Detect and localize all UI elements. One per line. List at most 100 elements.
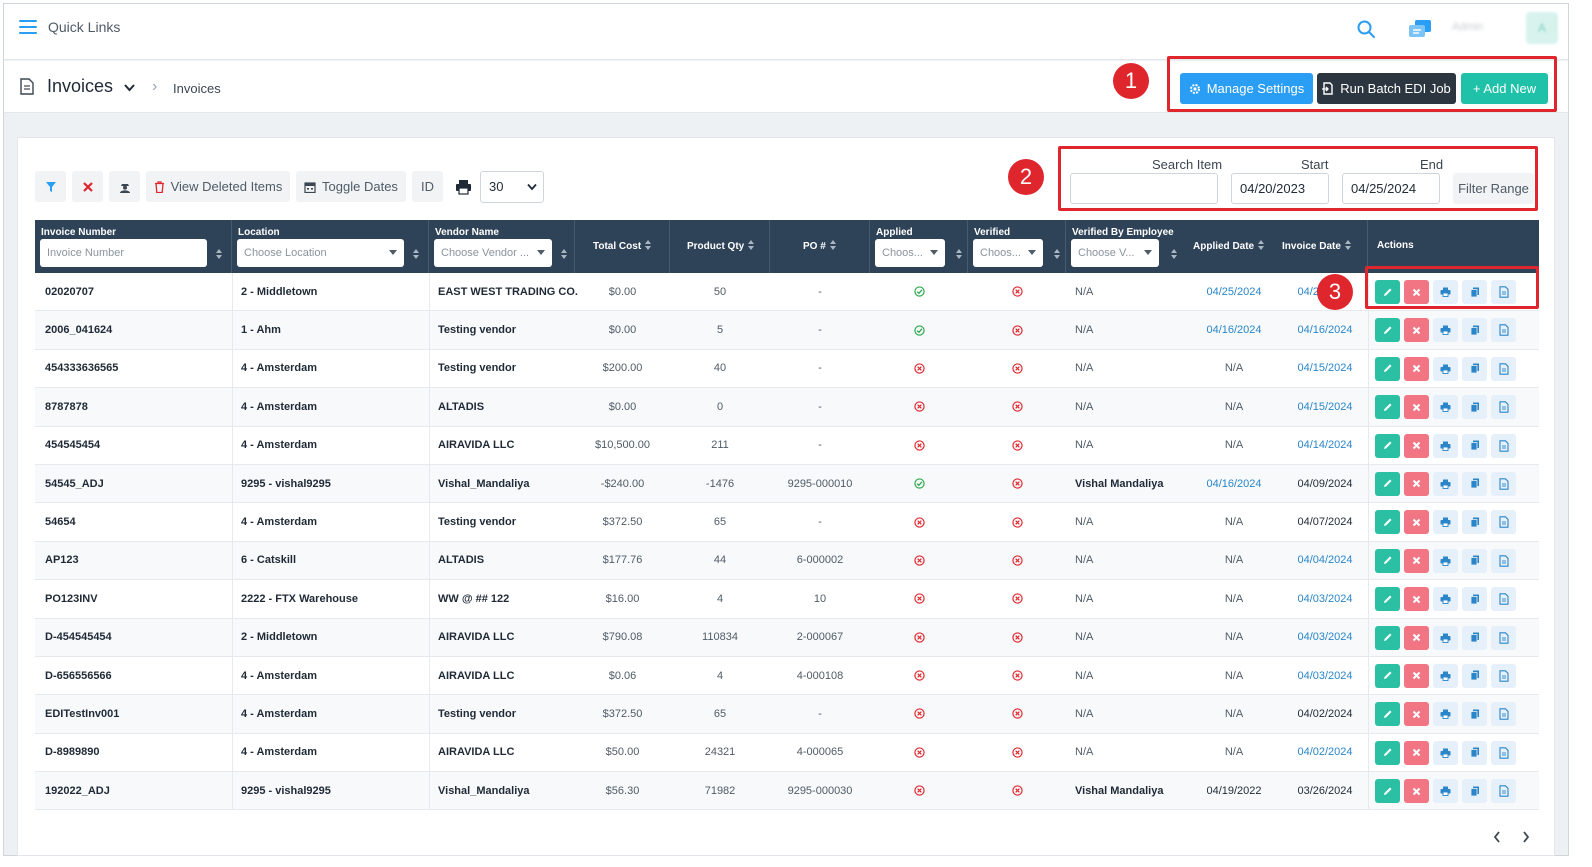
print-icon[interactable] [455,179,472,195]
verified-by-filter-select[interactable]: Choose V... [1071,239,1159,267]
cell-invoice-date[interactable]: 04/14/2024 [1282,427,1368,464]
edit-button[interactable] [1375,779,1400,804]
view-document-button[interactable] [1491,395,1516,420]
edit-button[interactable] [1375,625,1400,650]
table-row[interactable]: AP123 6 - Catskill ALTADIS $177.76 44 6-00000… [35,541,1539,581]
location-filter-select[interactable]: Choose Location [237,239,404,267]
search-icon[interactable] [1356,19,1376,39]
print-button[interactable] [1433,663,1458,688]
avatar[interactable]: A [1526,12,1558,44]
print-button[interactable] [1433,625,1458,650]
edit-button[interactable] [1375,318,1400,343]
cell-invoice-date[interactable]: 04/03/2024 [1282,580,1368,617]
copy-button[interactable] [1462,587,1487,612]
delete-button[interactable] [1404,779,1429,804]
next-page-icon[interactable] [1521,830,1531,844]
print-button[interactable] [1433,740,1458,765]
edit-button[interactable] [1375,702,1400,727]
print-button[interactable] [1433,510,1458,535]
cell-invoice-date[interactable]: 04/15/2024 [1282,350,1368,387]
sort-icon[interactable] [645,240,652,250]
edit-button[interactable] [1375,740,1400,765]
sort-icon[interactable] [413,249,420,259]
table-row[interactable]: D-656556566 4 - Amsterdam AIRAVIDA LLC $0.0… [35,656,1539,696]
user-name[interactable]: Admin [1452,21,1483,33]
copy-button[interactable] [1462,395,1487,420]
print-button[interactable] [1433,702,1458,727]
print-button[interactable] [1433,356,1458,381]
table-row[interactable]: D-454545454 2 - Middletown AIRAVIDA LLC $79… [35,618,1539,657]
copy-button[interactable] [1462,548,1487,573]
copy-button[interactable] [1462,740,1487,765]
cell-invoice-date[interactable]: 04/16/2024 [1282,311,1368,348]
view-document-button[interactable] [1491,625,1516,650]
table-row[interactable]: 454545454 4 - Amsterdam AIRAVIDA LLC $10,50… [35,426,1539,465]
verified-filter-select[interactable]: Choos... [973,239,1043,267]
view-document-button[interactable] [1491,356,1516,381]
delete-button[interactable] [1404,433,1429,458]
column-header-invoice-date[interactable]: Invoice Date [1271,220,1368,273]
copy-button[interactable] [1462,510,1487,535]
sort-icon[interactable] [216,249,223,259]
table-row[interactable]: 02020707 2 - Middletown EAST WEST TRADING … [35,273,1539,312]
print-button[interactable] [1433,548,1458,573]
delete-button[interactable] [1404,663,1429,688]
delete-button[interactable] [1404,395,1429,420]
sort-icon[interactable] [1344,240,1352,250]
print-button[interactable] [1433,779,1458,804]
copy-button[interactable] [1462,702,1487,727]
delete-button[interactable] [1404,510,1429,535]
page-size-select[interactable]: 30 [480,171,544,203]
sort-icon[interactable] [561,249,568,259]
copy-button[interactable] [1462,318,1487,343]
chevron-down-icon[interactable] [123,81,136,94]
sort-icon[interactable] [1054,249,1061,259]
filter-button[interactable] [35,171,66,202]
table-row[interactable]: 454333636565 4 - Amsterdam Testing vendor $… [35,349,1539,389]
sort-icon[interactable] [748,240,755,250]
print-button[interactable] [1433,471,1458,496]
copy-button[interactable] [1462,625,1487,650]
chat-icon[interactable] [1407,18,1433,40]
column-header-total-cost[interactable]: Total Cost [575,220,670,273]
sort-icon[interactable] [1171,249,1178,259]
table-row[interactable]: PO123INV 2222 - FTX Warehouse WW @ ## 122 $… [35,580,1539,619]
cell-invoice-date[interactable]: 04/03/2024 [1282,657,1368,694]
edit-button[interactable] [1375,471,1400,496]
column-header-applied-date[interactable]: Applied Date [1186,220,1271,273]
view-document-button[interactable] [1491,663,1516,688]
sort-icon[interactable] [829,240,837,250]
delete-button[interactable] [1404,318,1429,343]
view-document-button[interactable] [1491,318,1516,343]
print-button[interactable] [1433,395,1458,420]
quick-links-title[interactable]: Quick Links [48,19,120,35]
view-document-button[interactable] [1491,548,1516,573]
cell-applied-date[interactable]: 04/16/2024 [1186,465,1282,502]
table-row[interactable]: 192022_ADJ 9295 - vishal9295 Vishal_Mandal… [35,772,1539,811]
print-button[interactable] [1433,318,1458,343]
cell-applied-date[interactable]: 04/16/2024 [1186,311,1282,348]
sort-icon[interactable] [956,249,963,259]
clear-filters-button[interactable] [72,171,103,202]
cell-applied-date[interactable]: 04/25/2024 [1186,273,1282,310]
copy-button[interactable] [1462,471,1487,496]
table-row[interactable]: D-8989890 4 - Amsterdam AIRAVIDA LLC $50.00… [35,733,1539,773]
copy-button[interactable] [1462,663,1487,688]
view-document-button[interactable] [1491,433,1516,458]
column-header-po-number[interactable]: PO # [770,220,870,273]
table-row[interactable]: 54545_ADJ 9295 - vishal9295 Vishal_Mandali… [35,464,1539,504]
view-deleted-items-button[interactable]: View Deleted Items [146,171,290,202]
edit-button[interactable] [1375,433,1400,458]
hamburger-menu-icon[interactable] [19,20,37,34]
view-document-button[interactable] [1491,702,1516,727]
view-document-button[interactable] [1491,471,1516,496]
cell-invoice-date[interactable]: 04/15/2024 [1282,388,1368,425]
vendor-filter-select[interactable]: Choose Vendor ... [434,239,552,267]
column-header-product-qty[interactable]: Product Qty [670,220,770,273]
print-button[interactable] [1433,587,1458,612]
breadcrumb[interactable]: Invoices [173,81,221,96]
print-button[interactable] [1433,433,1458,458]
cell-invoice-date[interactable]: 04/02/2024 [1282,734,1368,771]
delete-button[interactable] [1404,587,1429,612]
copy-button[interactable] [1462,433,1487,458]
